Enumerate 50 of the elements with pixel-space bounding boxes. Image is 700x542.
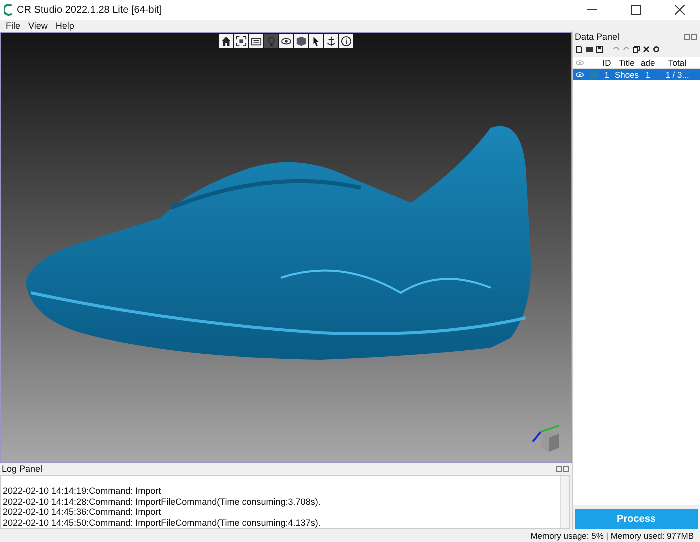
menu-item[interactable]: File [6,20,21,30]
delete-icon[interactable] [643,46,650,52]
fit-icon [236,36,246,46]
save-icon[interactable] [596,46,603,52]
info-icon [340,36,352,46]
column-header[interactable]: ade [641,58,655,68]
eye-tool-button[interactable] [279,34,293,48]
menu-item[interactable]: View [28,20,48,30]
log-line: 2022-02-10 14:14:28:Command: ImportFileCommand(Time consuming:3.708s). [3,496,322,507]
log-line: 2022-02-10 14:14:19:Command: Import [3,486,162,496]
render-tool-button[interactable] [249,34,263,48]
column-header[interactable]: Total [655,58,700,68]
home-tool-button[interactable] [219,34,233,48]
eye-icon[interactable] [576,72,584,78]
table-cell-text: Shoes [614,70,640,80]
fit-tool-button[interactable] [234,34,248,48]
pointer-tool-button[interactable] [309,34,323,48]
anchor-icon [326,36,336,46]
close-icon[interactable] [675,5,685,15]
3d-viewport[interactable] [0,32,572,463]
app-logo-icon [4,4,13,16]
status-text: Memory usage: 5% | Memory used: 977MB [530,530,694,540]
log-line: 2022-02-10 14:45:50:Command: ImportFileCommand(Time consuming:4.137s). [3,518,322,528]
eye-icon [576,60,584,66]
column-header[interactable]: ID [601,58,613,68]
window-title: CR Studio 2022.1.28 Lite [64-bit] [17,4,164,16]
table-row[interactable]: 1 Shoes 1 1 / 3... [573,69,700,80]
table-cell-text: 1 [604,70,610,80]
table-cell-text: 1 / 3... [664,70,690,80]
menu-item[interactable]: Help [56,20,74,30]
panel-title: Log Panel [2,464,43,474]
anchor-tool-button[interactable] [324,34,338,48]
panel-title: Data Panel [575,32,620,42]
copy-icon[interactable] [633,46,640,52]
home-icon [220,36,232,46]
box-tool-button[interactable] [294,34,308,48]
column-header[interactable]: Title [613,58,641,68]
light-icon [266,36,276,46]
settings-icon[interactable] [653,46,660,52]
new-file-icon[interactable] [576,46,583,52]
info-tool-button[interactable] [339,34,353,48]
render-icon [250,36,262,46]
eye-icon [280,36,292,46]
box-icon [296,36,306,46]
log-line: 2022-02-10 14:45:36:Command: Import [3,507,162,518]
scrollbar[interactable] [560,476,569,528]
panel-controls-icon[interactable] [556,466,570,472]
table-cell-text: 1 [644,70,652,80]
panel-controls-icon[interactable] [684,34,698,40]
maximize-icon[interactable] [631,5,641,15]
